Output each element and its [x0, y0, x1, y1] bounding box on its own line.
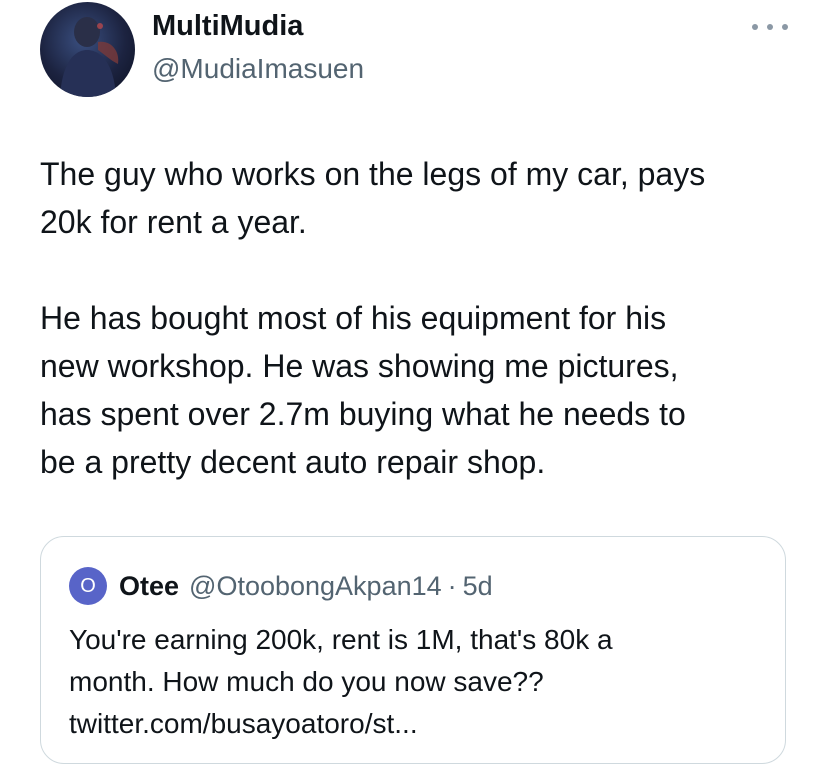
tweet-paragraph: He has bought most of his equipment for …: [40, 300, 686, 480]
quote-avatar[interactable]: O: [69, 567, 107, 605]
more-options-button[interactable]: [752, 20, 788, 34]
tweet-paragraph: The guy who works on the legs of my car,…: [40, 156, 706, 240]
avatar-photo: [60, 17, 119, 97]
quote-header: O Otee @OtoobongAkpan14 · 5d: [69, 567, 493, 605]
quote-tweet-card[interactable]: O Otee @OtoobongAkpan14 · 5d You're earn…: [40, 536, 786, 764]
more-horizontal-icon: [752, 24, 758, 30]
author-avatar[interactable]: [40, 2, 135, 97]
quote-display-name[interactable]: Otee: [119, 571, 179, 602]
tweet-text: The guy who works on the legs of my car,…: [40, 150, 810, 486]
more-horizontal-icon-dot: [782, 24, 788, 30]
author-display-name[interactable]: MultiMudia: [152, 10, 303, 43]
author-handle[interactable]: @MudiaImasuen: [152, 53, 364, 85]
more-horizontal-icon-dot: [767, 24, 773, 30]
quote-separator: ·: [447, 570, 457, 601]
quote-text: You're earning 200k, rent is 1M, that's …: [69, 624, 613, 739]
quote-handle[interactable]: @OtoobongAkpan14: [189, 571, 442, 602]
quote-timestamp[interactable]: 5d: [463, 571, 493, 602]
